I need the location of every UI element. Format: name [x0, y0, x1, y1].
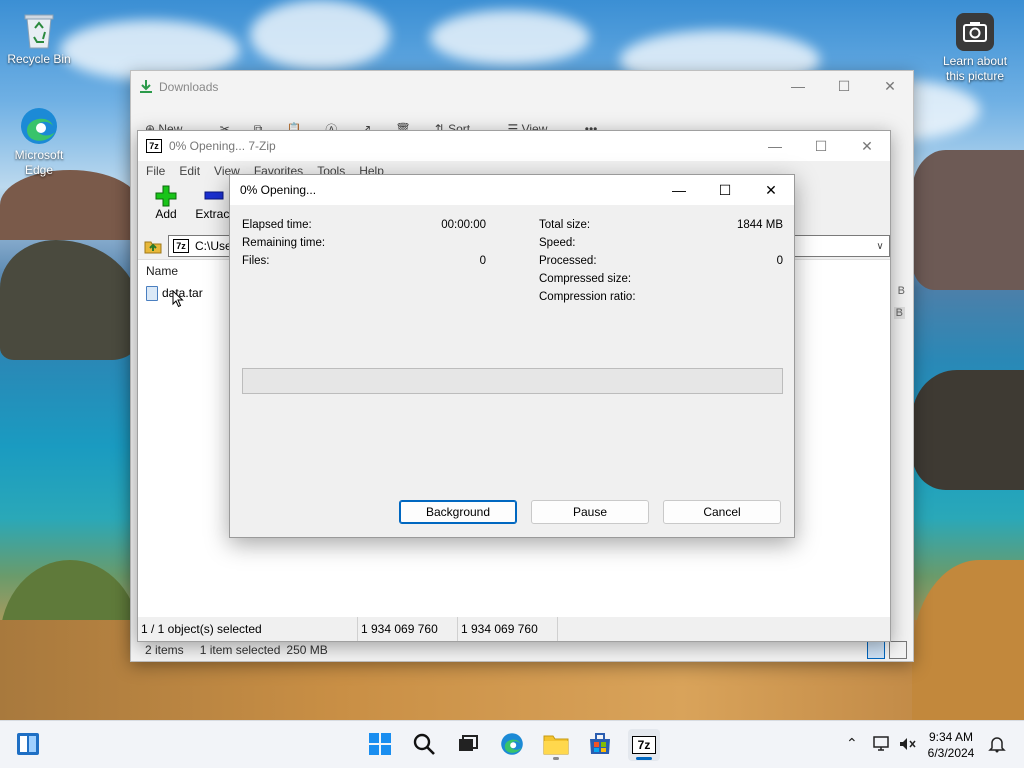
add-label: Add [155, 207, 177, 221]
progress-dialog[interactable]: 0% Opening... — ☐ ✕ Elapsed time: 00:00:… [229, 174, 795, 538]
status-packed-size: 1 934 069 760 [458, 617, 558, 641]
edge-icon [500, 732, 524, 759]
size-column-partial: B [897, 285, 905, 297]
folder-icon [543, 732, 569, 759]
explorer-view-toggle [867, 641, 907, 659]
dialog-title: 0% Opening... [240, 183, 317, 197]
explorer-window-controls: — ☐ ✕ [775, 71, 913, 101]
taskbar-store-button[interactable] [584, 729, 616, 761]
chevron-down-icon[interactable]: ∨ [871, 241, 889, 252]
total-size-label: Total size: [539, 219, 591, 231]
edge-icon [19, 106, 59, 146]
task-view-icon [456, 732, 480, 759]
volume-muted-icon[interactable] [898, 735, 918, 756]
edge-label: Microsoft Edge [14, 148, 64, 177]
selection-size: 250 MB [286, 643, 328, 657]
windows-start-icon [368, 732, 392, 759]
address-text: C:\Use [195, 239, 232, 253]
close-icon[interactable]: ✕ [844, 131, 890, 161]
learn-about-picture-desktop-icon[interactable]: Learn about this picture [937, 12, 1013, 84]
size-column-partial-selected: B [893, 307, 905, 319]
sevenzip-status-bar: 1 / 1 object(s) selected 1 934 069 760 1… [138, 617, 890, 641]
network-icon[interactable] [872, 735, 892, 756]
recycle-bin-label: Recycle Bin [7, 52, 71, 66]
sevenzip-logo-icon: 7z [146, 139, 162, 153]
processed-value: 0 [776, 255, 783, 267]
add-button[interactable]: Add [146, 185, 186, 221]
files-label: Files: [242, 255, 270, 267]
learn-about-picture-label: Learn about this picture [942, 54, 1008, 83]
extract-label: Extract [195, 207, 233, 221]
elapsed-time-label: Elapsed time: [242, 219, 312, 231]
background-button[interactable]: Background [399, 500, 517, 524]
recycle-bin-icon [19, 10, 59, 50]
plus-icon [146, 185, 186, 207]
clock-date: 6/3/2024 [927, 746, 975, 760]
status-selected: 1 / 1 object(s) selected [138, 617, 358, 641]
store-icon [588, 732, 612, 759]
menu-edit[interactable]: Edit [179, 164, 200, 178]
show-hidden-icons-chevron-up-icon[interactable]: ⌃ [846, 735, 858, 752]
downloads-icon [139, 79, 153, 96]
close-icon[interactable]: ✕ [748, 175, 794, 205]
details-view-icon[interactable] [867, 641, 885, 659]
system-clock[interactable]: 9:34 AM 6/3/2024 [920, 729, 982, 761]
dialog-window-controls: — ☐ ✕ [656, 175, 794, 205]
cancel-button[interactable]: Cancel [663, 500, 781, 524]
explorer-status-bar: 2 items 1 item selected 250 MB [131, 639, 913, 661]
taskbar-start-button[interactable] [364, 729, 396, 761]
minimize-icon[interactable]: — [656, 175, 702, 205]
taskbar: 7z ⌃ 9:34 AM 6/3/2024 [0, 720, 1024, 768]
status-size: 1 934 069 760 [358, 617, 458, 641]
mouse-cursor-icon [172, 289, 184, 311]
widgets-icon [16, 732, 40, 759]
taskbar-search-button[interactable] [408, 729, 440, 761]
selection-count: 1 item selected [199, 643, 281, 657]
explorer-title: Downloads [159, 80, 219, 94]
notification-bell-icon[interactable] [988, 735, 1006, 756]
maximize-icon[interactable]: ☐ [821, 71, 867, 101]
sevenzip-title: 0% Opening... 7-Zip [169, 139, 276, 153]
progress-bar [242, 368, 783, 394]
widgets-button[interactable] [12, 729, 44, 761]
active-indicator [636, 757, 652, 760]
taskbar-7zip-button[interactable]: 7z [628, 729, 660, 761]
edge-desktop-icon[interactable]: Microsoft Edge [1, 106, 77, 178]
recycle-bin-desktop-icon[interactable]: Recycle Bin [1, 10, 77, 67]
running-indicator [553, 757, 559, 760]
maximize-icon[interactable]: ☐ [702, 175, 748, 205]
taskbar-edge-button[interactable] [496, 729, 528, 761]
sevenzip-window-controls: — ☐ ✕ [752, 131, 890, 161]
taskbar-file-explorer-button[interactable] [540, 729, 572, 761]
close-icon[interactable]: ✕ [867, 71, 913, 101]
processed-label: Processed: [539, 255, 597, 267]
archive-7z-icon: 7z [173, 239, 189, 253]
menu-file[interactable]: File [146, 164, 165, 178]
minimize-icon[interactable]: — [775, 71, 821, 101]
files-value: 0 [479, 255, 486, 267]
minus-icon [194, 185, 234, 207]
speed-label: Speed: [539, 237, 576, 249]
tiles-view-icon[interactable] [889, 641, 907, 659]
pause-button[interactable]: Pause [531, 500, 649, 524]
camera-icon [955, 12, 995, 52]
taskbar-task-view-button[interactable] [452, 729, 484, 761]
folder-up-icon[interactable] [142, 236, 164, 256]
minimize-icon[interactable]: — [752, 131, 798, 161]
total-size-value: 1844 MB [736, 219, 783, 231]
compressed-size-label: Compressed size: [539, 273, 632, 285]
extract-button[interactable]: Extract [194, 185, 234, 221]
maximize-icon[interactable]: ☐ [798, 131, 844, 161]
search-icon [412, 732, 436, 759]
item-count: 2 items [145, 643, 184, 657]
clock-time: 9:34 AM [928, 730, 974, 744]
elapsed-time-value: 00:00:00 [441, 219, 486, 231]
remaining-time-label: Remaining time: [242, 237, 326, 249]
sevenzip-taskbar-icon: 7z [632, 736, 656, 754]
compression-ratio-label: Compression ratio: [539, 291, 636, 303]
file-icon [146, 285, 158, 301]
